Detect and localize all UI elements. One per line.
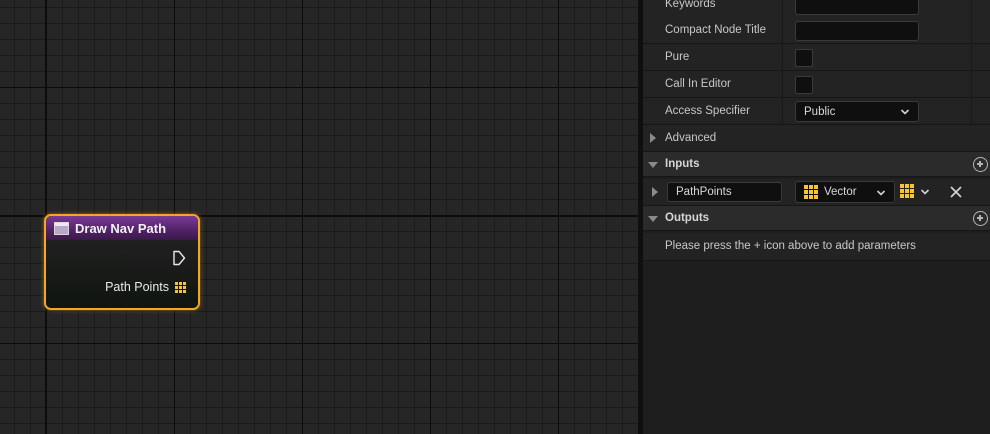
exec-output-pin-icon[interactable] xyxy=(172,250,186,266)
chevron-down-icon xyxy=(876,190,886,196)
remove-parameter-icon[interactable] xyxy=(949,185,963,199)
parameter-name: PathPoints xyxy=(676,186,732,198)
expand-arrow-icon[interactable] xyxy=(652,187,658,197)
inputs-section-header[interactable]: Inputs xyxy=(643,152,990,177)
parameter-type-dropdown[interactable]: Vector xyxy=(795,181,895,203)
property-label: Access Specifier xyxy=(665,105,751,117)
details-panel: Keywords Compact Node Title Pure Call In… xyxy=(643,0,990,434)
collapse-arrow-icon[interactable] xyxy=(648,216,658,222)
call-in-editor-checkbox[interactable] xyxy=(795,76,813,94)
container-type-array-icon[interactable] xyxy=(900,184,914,198)
node-header[interactable]: Draw Nav Path xyxy=(46,216,198,240)
keywords-input[interactable] xyxy=(795,0,919,15)
node-title: Draw Nav Path xyxy=(75,220,167,236)
property-row-compact-node-title: Compact Node Title xyxy=(643,17,990,44)
graph-canvas[interactable]: Draw Nav Path Path Points xyxy=(0,0,638,434)
compact-node-title-input[interactable] xyxy=(795,21,919,41)
expand-arrow-icon[interactable] xyxy=(650,133,656,143)
property-row-access-specifier: Access Specifier Public xyxy=(643,98,990,125)
add-input-icon[interactable] xyxy=(973,157,988,172)
property-label: Compact Node Title xyxy=(665,24,766,36)
advanced-label: Advanced xyxy=(665,132,717,144)
parameter-name-input[interactable]: PathPoints xyxy=(667,182,782,202)
chevron-down-icon[interactable] xyxy=(920,187,930,197)
property-label: Keywords xyxy=(665,0,716,10)
function-icon xyxy=(54,221,69,235)
property-row-call-in-editor: Call In Editor xyxy=(643,71,990,98)
outputs-hint: Please press the + icon above to add par… xyxy=(665,240,916,252)
input-parameter-row: PathPoints Vector xyxy=(643,179,990,206)
draw-nav-path-node[interactable]: Draw Nav Path Path Points xyxy=(44,214,200,310)
add-output-icon[interactable] xyxy=(973,211,988,226)
path-points-pin-row[interactable]: Path Points xyxy=(105,280,186,294)
outputs-section-header[interactable]: Outputs xyxy=(643,206,990,231)
node-body: Path Points xyxy=(46,240,198,308)
dropdown-value: Public xyxy=(804,106,836,118)
property-label: Call In Editor xyxy=(665,78,731,90)
access-specifier-dropdown[interactable]: Public xyxy=(795,101,919,122)
array-pin-icon[interactable] xyxy=(175,281,186,293)
outputs-label: Outputs xyxy=(665,212,710,224)
parameter-type: Vector xyxy=(824,186,857,198)
chevron-down-icon xyxy=(900,109,910,115)
collapse-arrow-icon[interactable] xyxy=(648,162,658,168)
property-label: Pure xyxy=(665,51,690,63)
property-row-pure: Pure xyxy=(643,44,990,71)
property-row-keywords: Keywords xyxy=(643,0,990,18)
pure-checkbox[interactable] xyxy=(795,49,813,67)
pin-label: Path Points xyxy=(105,280,169,294)
advanced-expander[interactable]: Advanced xyxy=(643,125,990,152)
vector-type-icon xyxy=(804,185,818,199)
outputs-hint-row: Please press the + icon above to add par… xyxy=(643,233,990,261)
inputs-label: Inputs xyxy=(665,158,700,170)
